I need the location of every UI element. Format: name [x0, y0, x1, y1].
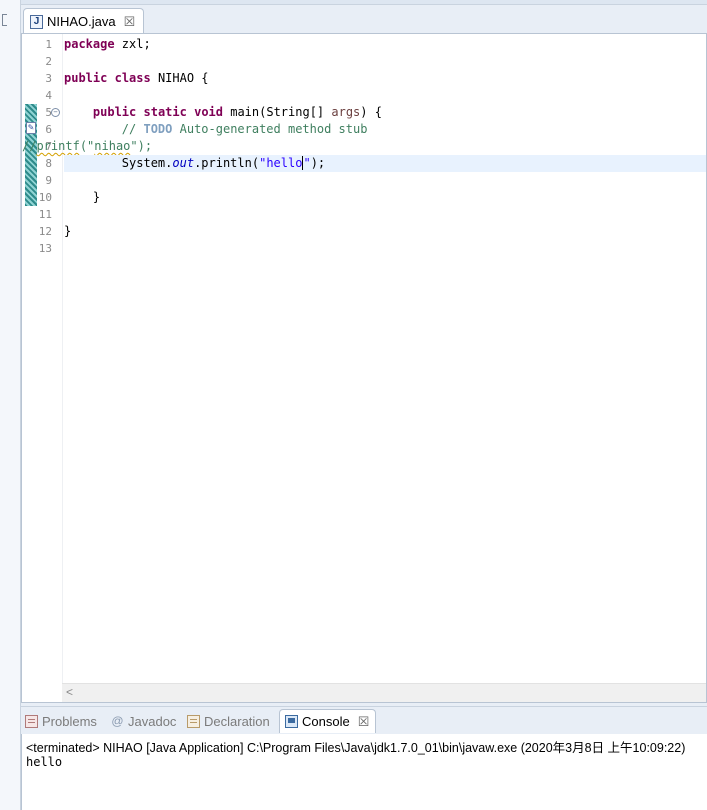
- scroll-left-arrow-icon[interactable]: <: [66, 685, 73, 699]
- tab-label: NIHAO.java: [47, 14, 116, 29]
- line-number: 1: [45, 38, 52, 51]
- tab-nihao-java[interactable]: J NIHAO.java ☒: [23, 8, 145, 34]
- line-number: 3: [45, 72, 52, 85]
- java-file-icon: J: [30, 14, 43, 29]
- tab-label: Problems: [42, 713, 97, 729]
- close-icon[interactable]: ☒: [358, 715, 370, 728]
- line-number: 12: [38, 225, 52, 238]
- console-view[interactable]: <terminated> NIHAO [Java Application] C:…: [21, 734, 707, 810]
- tab-label: Declaration: [204, 713, 270, 729]
- close-icon[interactable]: ☒: [124, 15, 136, 28]
- line-number: 8: [45, 157, 52, 170]
- declaration-icon: [187, 714, 200, 728]
- problems-icon: [25, 714, 38, 728]
- line-number-gutter: 1 2 3 4 5− 6 7 8 9 10 11 12 13 ✎: [22, 34, 63, 684]
- tab-javadoc[interactable]: @ Javadoc: [111, 709, 176, 733]
- line-number: 13: [38, 242, 52, 255]
- tab-console[interactable]: Console ☒: [279, 709, 377, 733]
- code-line-5: public static void main(String[] args) {: [92, 105, 382, 119]
- console-icon: [285, 715, 298, 728]
- line-number: 11: [38, 208, 52, 221]
- console-output[interactable]: hello: [26, 755, 62, 769]
- code-line-8-current: System.out.println("hello");: [64, 155, 706, 172]
- code-text[interactable]: package zxl; public class NIHAO { public…: [22, 36, 706, 257]
- collapse-fold-icon[interactable]: −: [51, 108, 60, 117]
- code-line-1: package zxl;: [64, 37, 151, 51]
- tab-declaration[interactable]: Declaration: [187, 709, 270, 733]
- code-line-3: public class NIHAO {: [64, 71, 209, 85]
- tab-label: Javadoc: [128, 713, 177, 729]
- console-status-header: <terminated> NIHAO [Java Application] C:…: [26, 741, 686, 755]
- tab-label: Console: [302, 714, 350, 729]
- line-number: 4: [45, 89, 52, 102]
- tab-problems[interactable]: Problems: [25, 709, 97, 733]
- line-number-fold: 5−: [22, 104, 62, 121]
- code-editor[interactable]: 1 2 3 4 5− 6 7 8 9 10 11 12 13 ✎ package…: [21, 33, 707, 703]
- left-side-panel: [0, 0, 21, 810]
- line-number: 9: [45, 174, 52, 187]
- code-line-6: // TODO Auto-generated method stub: [121, 122, 368, 136]
- panel-edge-bracket-icon: [2, 14, 7, 26]
- at-sign-icon: @: [111, 713, 124, 728]
- code-line-12: }: [64, 224, 72, 238]
- code-line-7: //printf("nihao");: [22, 139, 153, 153]
- bottom-panel-tab-bar: Problems @ Javadoc Declaration Console ☒: [21, 706, 707, 735]
- editor-tab-bar: J NIHAO.java ☒: [21, 5, 707, 34]
- line-number: 10: [38, 191, 52, 204]
- task-marker-icon[interactable]: ✎: [26, 122, 36, 134]
- horizontal-scrollbar[interactable]: <: [62, 683, 706, 702]
- code-line-10: }: [64, 190, 101, 204]
- line-number: 2: [45, 55, 52, 68]
